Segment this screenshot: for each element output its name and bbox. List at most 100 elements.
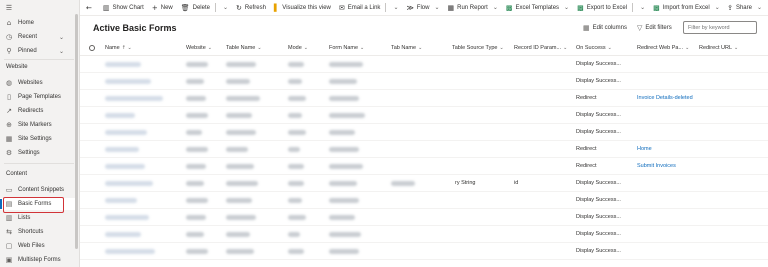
page-icon: ▯ xyxy=(7,93,11,101)
visualize-button[interactable]: ▌ Visualize this view xyxy=(270,0,335,16)
app-root: ☰ ⌂ Home ◷ Recent ⌄ ⚲ Pinned ⌄ Website ◍… xyxy=(0,0,768,267)
column-header-on-success[interactable]: On Success ⌄ xyxy=(576,45,612,51)
cell-record-id-param: id xyxy=(514,180,519,186)
sidebar-item-site-settings[interactable]: ▦ Site Settings xyxy=(0,133,76,145)
sidebar-item-home[interactable]: ⌂ Home xyxy=(0,17,76,29)
sidebar-item-pinned[interactable]: ⚲ Pinned ⌄ xyxy=(0,45,76,57)
column-header-name[interactable]: Name ↑ ⌄ xyxy=(105,45,132,51)
redacted-cell xyxy=(226,96,260,101)
redacted-cell xyxy=(288,215,306,220)
column-header-table-name[interactable]: Table Name ⌄ xyxy=(226,45,262,51)
cell-redirect-web-page[interactable]: Submit Invoices xyxy=(637,163,676,169)
cell-redirect-web-page[interactable]: Home xyxy=(637,146,652,152)
redacted-cell xyxy=(329,181,357,186)
sidebar-item-multistep-forms[interactable]: ▣ Multistep Forms xyxy=(0,254,76,266)
chevron-down-icon: ⌄ xyxy=(360,45,365,51)
table-row[interactable]: Display Success... xyxy=(80,243,768,260)
redacted-cell xyxy=(105,198,137,203)
view-selector-chevron-icon[interactable]: ⌄ xyxy=(165,23,171,31)
view-title[interactable]: Active Basic Forms xyxy=(93,23,177,33)
sidebar-item-site-markers[interactable]: ⊕ Site Markers xyxy=(0,119,76,131)
import-excel-button[interactable]: ▩ Import from Excel ⌄ xyxy=(649,0,724,16)
refresh-icon: ↻ xyxy=(236,3,242,12)
sidebar-item-shortcuts[interactable]: ⇆ Shortcuts xyxy=(0,226,76,238)
sidebar-divider xyxy=(4,163,74,164)
column-header-table-source-type[interactable]: Table Source Type ⌄ xyxy=(452,45,504,51)
column-header-form-name[interactable]: Form Name ⌄ xyxy=(329,45,364,51)
column-header-website[interactable]: Website ⌄ xyxy=(186,45,212,51)
column-header-redirect-web-page[interactable]: Redirect Web Pa... ⌄ xyxy=(637,45,689,51)
chevron-down-icon: ⌄ xyxy=(563,45,568,51)
redacted-cell xyxy=(226,181,258,186)
chevron-down-icon: ⌄ xyxy=(756,4,762,11)
table-row[interactable]: Redirect Invoice Details-deleted xyxy=(80,90,768,107)
column-header-tab-name[interactable]: Tab Name ⌄ xyxy=(391,45,422,51)
list-icon: ▥ xyxy=(5,214,13,222)
show-chart-button[interactable]: ▥ Show Chart xyxy=(99,0,148,16)
chevron-down-icon[interactable]: ⌄ xyxy=(223,4,228,11)
flow-button[interactable]: ≫ Flow ⌄ xyxy=(402,0,443,16)
sidebar-item-web-files[interactable]: ▢ Web Files xyxy=(0,240,76,252)
plus-icon: + xyxy=(151,3,158,12)
table-row[interactable]: Display Success... xyxy=(80,107,768,124)
table-row[interactable]: Display Success... xyxy=(80,209,768,226)
redacted-cell xyxy=(329,164,363,169)
redacted-cell xyxy=(186,130,202,135)
excel-templates-button[interactable]: ▩ Excel Templates ⌄ xyxy=(502,0,573,16)
sidebar-item-page-templates[interactable]: ▯ Page Templates xyxy=(0,91,76,103)
sidebar-item-lists[interactable]: ▥ Lists xyxy=(0,212,76,224)
email-link-button[interactable]: ✉ Email a Link ⌄ xyxy=(335,0,403,16)
redacted-cell xyxy=(186,62,208,67)
table-row[interactable]: Display Success... xyxy=(80,56,768,73)
column-header-record-id-param[interactable]: Record ID Param... ⌄ xyxy=(514,45,567,51)
sidebar-item-settings[interactable]: ⚙ Settings xyxy=(0,147,76,159)
table-row[interactable]: Display Success... xyxy=(80,124,768,141)
chart-icon: ▥ xyxy=(102,3,110,12)
redacted-cell xyxy=(186,215,206,220)
table-row[interactable]: Display Success... xyxy=(80,73,768,90)
column-header-redirect-url[interactable]: Redirect URL ⌄ xyxy=(699,45,738,51)
cell-redirect-web-page[interactable]: Invoice Details-deleted xyxy=(637,95,693,101)
redacted-cell xyxy=(186,164,206,169)
table-row[interactable]: Redirect Home xyxy=(80,141,768,158)
selected-indicator xyxy=(0,199,2,209)
column-header-mode[interactable]: Mode ⌄ xyxy=(288,45,308,51)
select-all-radio[interactable] xyxy=(89,45,95,51)
redacted-cell xyxy=(186,249,208,254)
chevron-down-icon[interactable]: ⌄ xyxy=(640,4,645,11)
redacted-cell xyxy=(105,164,145,169)
delete-button[interactable]: 🗑 Delete ⌄ xyxy=(177,0,232,16)
sidebar-item-content-snippets[interactable]: ▭ Content Snippets xyxy=(0,184,76,196)
table-row[interactable]: Redirect Submit Invoices xyxy=(80,158,768,175)
table-row[interactable]: Display Success... xyxy=(80,192,768,209)
export-excel-button[interactable]: ▩ Export to Excel ⌄ xyxy=(573,0,649,16)
chevron-down-icon: ⌄ xyxy=(303,45,308,51)
filter-keyword-input[interactable] xyxy=(683,21,757,34)
flow-icon: ≫ xyxy=(406,3,414,12)
redacted-cell xyxy=(226,198,252,203)
chevron-down-icon: ⌄ xyxy=(607,45,612,51)
chevron-down-icon: ⌄ xyxy=(434,4,440,11)
section-header-website: Website xyxy=(6,64,28,70)
redacted-cell xyxy=(226,62,256,67)
chevron-down-icon[interactable]: ⌄ xyxy=(393,4,398,11)
cell-on-success: Display Success... xyxy=(576,180,621,186)
share-button[interactable]: ⇪ Share ⌄ xyxy=(723,0,766,16)
sidebar-item-recent[interactable]: ◷ Recent ⌄ xyxy=(0,31,76,43)
back-button[interactable]: ← xyxy=(80,0,99,16)
refresh-button[interactable]: ↻ Refresh xyxy=(232,0,270,16)
edit-columns-button[interactable]: ▦ Edit columns xyxy=(583,24,627,32)
sidebar-item-websites[interactable]: ◍ Websites xyxy=(0,77,76,89)
table-row[interactable]: ry String id Display Success... xyxy=(80,175,768,192)
sidebar-scrollbar[interactable] xyxy=(75,14,78,249)
table-row[interactable]: Display Success... xyxy=(80,226,768,243)
menu-toggle-button[interactable]: ☰ xyxy=(0,2,76,14)
cell-table-source-type: ry String xyxy=(455,180,476,186)
separator xyxy=(214,3,216,12)
new-button[interactable]: + New xyxy=(148,0,177,16)
redacted-cell xyxy=(288,147,300,152)
sidebar-item-redirects[interactable]: ↗ Redirects xyxy=(0,105,76,117)
run-report-button[interactable]: ▦ Run Report ⌄ xyxy=(444,0,502,16)
edit-filters-button[interactable]: ▽ Edit filters xyxy=(637,24,672,32)
redacted-cell xyxy=(288,164,304,169)
